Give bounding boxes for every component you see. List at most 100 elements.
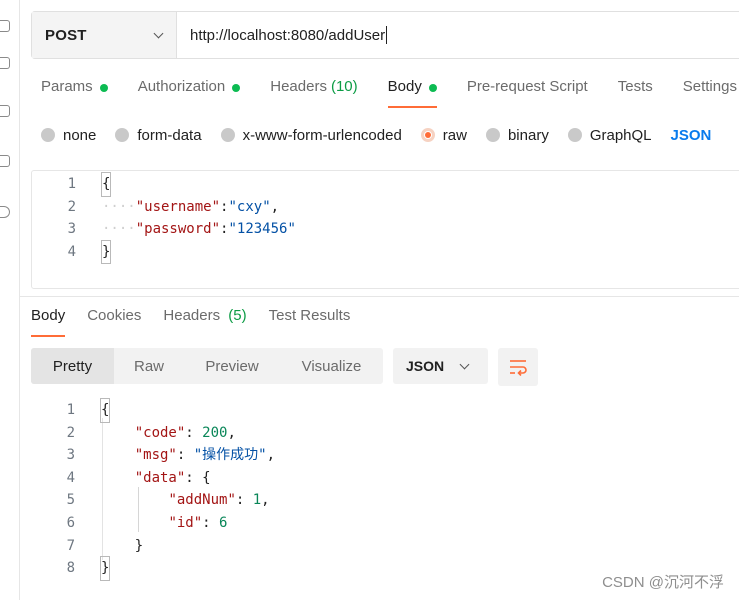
view-raw-button[interactable]: Raw [114, 348, 184, 384]
code-line: 2 "code": 200, [31, 422, 711, 445]
tab-headers[interactable]: Headers (10) [270, 78, 357, 108]
sidebar-apis-icon[interactable] [0, 57, 10, 69]
line-number: 2 [67, 198, 76, 215]
response-tabs: Body Cookies Headers (5) Test Results [31, 307, 372, 337]
tab-response-headers-label: Headers [163, 307, 221, 324]
sidebar-collections-icon[interactable] [0, 20, 10, 32]
body-status-dot [428, 84, 437, 92]
radio-urlencoded-label: x-www-form-urlencoded [242, 126, 402, 144]
radio-binary-circle [485, 128, 500, 142]
tab-body[interactable]: Body [387, 78, 438, 108]
tab-tests-label: Tests [617, 78, 653, 95]
sidebar-environments-icon[interactable] [0, 105, 10, 117]
tab-tests[interactable]: Tests [618, 78, 653, 108]
tab-cookies[interactable]: Cookies [87, 307, 141, 337]
pane-divider[interactable] [20, 296, 739, 297]
code-text: "code": 200, [134, 424, 236, 441]
radio-graphql-label: GraphQL [589, 126, 652, 144]
tab-settings[interactable]: Settings [683, 78, 737, 108]
wrap-lines-button[interactable] [498, 348, 538, 386]
view-preview-button[interactable]: Preview [184, 348, 280, 384]
code-line: 1{ [32, 172, 732, 197]
response-view-switcher: Pretty Raw Preview Visualize [31, 348, 383, 384]
code-line: 1{ [31, 398, 711, 423]
radio-raw[interactable]: raw [420, 125, 467, 145]
code-text: } [101, 537, 144, 554]
radio-graphql-circle [567, 128, 582, 142]
code-line: 6 "id": 6 [31, 512, 711, 535]
code-line: 3 "msg": "操作成功", [31, 444, 711, 467]
view-raw-label: Raw [133, 357, 164, 375]
msg-value: 操作成功 [202, 447, 259, 464]
tab-headers-label: Headers [270, 78, 327, 95]
radio-none[interactable]: none [41, 125, 96, 145]
response-headers-count: (5) [228, 307, 247, 324]
view-preview-label: Preview [205, 357, 259, 375]
radio-form-data[interactable]: form-data [115, 125, 202, 145]
code-value: 200 [202, 424, 228, 441]
view-visualize-button[interactable]: Visualize [280, 348, 383, 384]
tab-authorization[interactable]: Authorization [138, 78, 241, 108]
tab-pre-request-script[interactable]: Pre-request Script [467, 78, 588, 108]
radio-form-data-circle [115, 128, 130, 142]
response-format-select[interactable]: JSON [393, 348, 488, 384]
response-code: 1{ 2 "code": 200, 3 "msg": "操作成功", 4 "da… [31, 398, 711, 581]
sidebar-mock-icon[interactable] [0, 155, 10, 167]
tab-response-headers[interactable]: Headers (5) [163, 307, 246, 337]
code-line: 7 } [31, 535, 711, 558]
radio-none-label: none [63, 126, 97, 144]
line-number: 4 [67, 243, 76, 260]
request-code: 1{ 2 ····"username":"cxy", 3 ····"password… [32, 172, 732, 265]
radio-none-circle [41, 128, 55, 142]
request-tabs: Params Authorization Headers (10) Body Pr… [41, 78, 739, 108]
tab-settings-label: Settings [682, 78, 737, 95]
tab-body-label: Body [387, 78, 422, 95]
tab-pre-request-script-label: Pre-request Script [466, 78, 588, 95]
radio-binary-label: binary [507, 126, 549, 144]
code-text: ····"password":"123456" [102, 221, 296, 238]
code-line: 3 ····"password":"123456" [32, 218, 732, 241]
chevron-down-icon [153, 28, 164, 38]
code-line: 5 "addNum": 1, [31, 489, 711, 512]
tab-test-results-label: Test Results [268, 307, 351, 324]
password-value: 123456 [236, 221, 288, 238]
body-format-label: JSON [670, 126, 712, 144]
text-caret [386, 26, 388, 44]
radio-raw-circle [420, 128, 435, 142]
sidebar-history-icon[interactable] [0, 206, 10, 218]
watermark: CSDN @沉河不浮 [602, 574, 724, 591]
url-text: http://localhost:8080/addUser [190, 26, 386, 44]
line-number: 5 [66, 492, 75, 509]
radio-binary[interactable]: binary [485, 125, 549, 145]
method-label: POST [45, 26, 87, 44]
tab-authorization-label: Authorization [137, 78, 226, 95]
line-number: 3 [66, 447, 75, 464]
authorization-status-dot [232, 84, 241, 92]
request-body-editor[interactable]: 1{ 2 ····"username":"cxy", 3 ····"password… [31, 170, 739, 289]
code-text: "data": { [134, 469, 211, 486]
line-number: 1 [66, 402, 75, 418]
wrap-lines-icon [510, 360, 527, 376]
url-input[interactable]: http://localhost:8080/addUser [177, 12, 739, 58]
radio-urlencoded[interactable]: x-www-form-urlencoded [220, 125, 402, 145]
tab-response-body[interactable]: Body [31, 307, 66, 337]
body-format-select[interactable]: JSON [671, 125, 712, 145]
method-select[interactable]: POST [32, 12, 177, 58]
left-sidebar [0, 0, 20, 600]
open-brace: { [99, 398, 111, 423]
radio-graphql[interactable]: GraphQL [567, 125, 652, 145]
radio-raw-label: raw [442, 126, 467, 144]
chevron-down-icon [459, 359, 470, 369]
code-line: 4} [32, 239, 732, 265]
line-number: 7 [66, 537, 75, 554]
line-number: 2 [66, 424, 75, 441]
code-text: "msg": "操作成功", [134, 447, 276, 464]
addnum-value: 1 [252, 492, 262, 509]
view-visualize-label: Visualize [301, 357, 362, 375]
view-pretty-label: Pretty [52, 357, 93, 375]
view-pretty-button[interactable]: Pretty [31, 348, 114, 384]
tab-test-results[interactable]: Test Results [269, 307, 351, 337]
tab-params[interactable]: Params [41, 78, 108, 108]
response-format-label: JSON [406, 358, 445, 374]
tab-params-label: Params [41, 78, 93, 95]
